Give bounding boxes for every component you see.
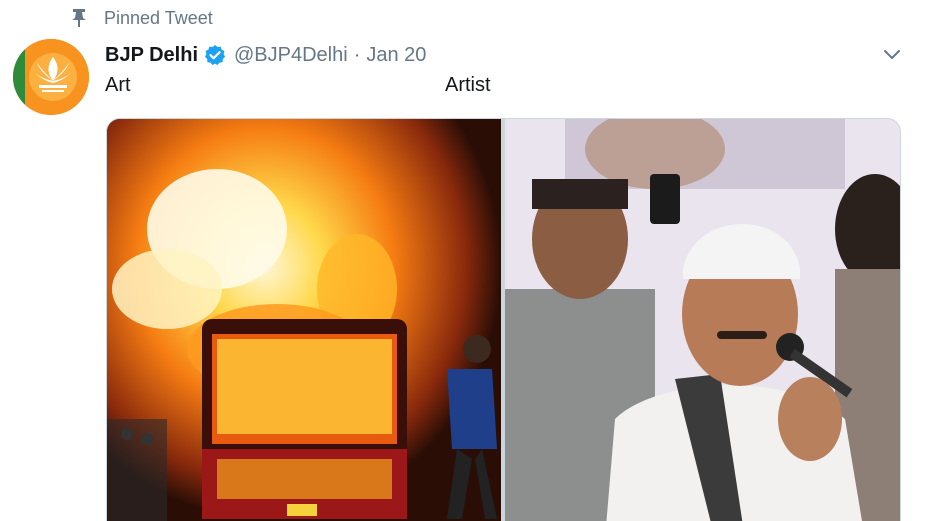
avatar[interactable] xyxy=(13,39,89,115)
tweet-media[interactable] xyxy=(106,118,901,521)
verified-badge-icon xyxy=(204,44,226,66)
pinned-indicator: Pinned Tweet xyxy=(70,6,213,30)
tweet-date[interactable]: Jan 20 xyxy=(366,44,426,67)
user-handle[interactable]: @BJP4Delhi xyxy=(234,44,348,67)
pinned-tweet-label: Pinned Tweet xyxy=(104,7,213,28)
tweet-text-artist: Artist xyxy=(445,74,491,96)
pin-icon xyxy=(70,8,88,28)
burning-bus-photo[interactable] xyxy=(107,119,501,521)
chevron-down-icon xyxy=(884,50,900,59)
man-speaking-into-microphone-photo[interactable] xyxy=(505,119,900,521)
tweet-card[interactable]: Pinned Tweet BJP Delhi @BJP4Delhi · Jan … xyxy=(0,0,927,521)
display-name[interactable]: BJP Delhi xyxy=(105,44,198,67)
tweet-header: BJP Delhi @BJP4Delhi · Jan 20 xyxy=(105,40,907,70)
tweet-text-art: Art xyxy=(105,74,131,96)
tweet-menu-button[interactable] xyxy=(877,40,907,70)
separator-dot: · xyxy=(353,43,361,66)
